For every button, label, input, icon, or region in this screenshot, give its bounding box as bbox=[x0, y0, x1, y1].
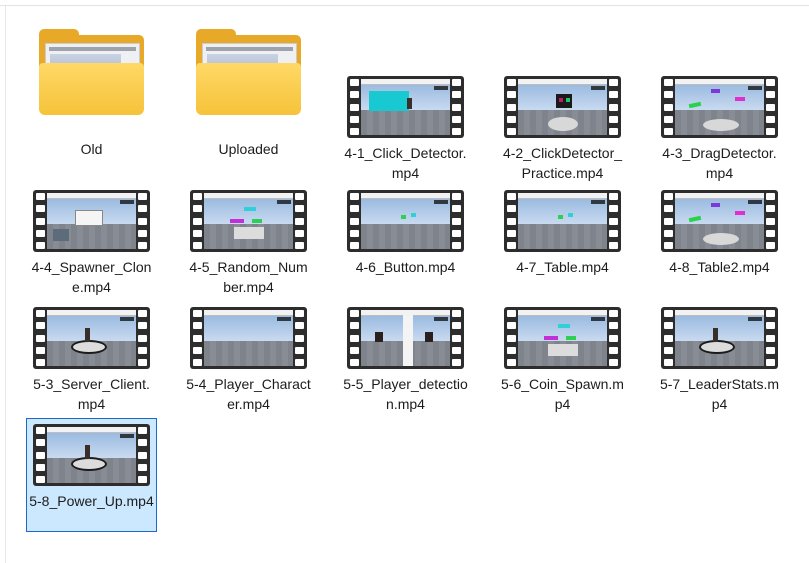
video-thumbnail-icon bbox=[347, 307, 464, 369]
file-name-label: 4-4_Spawner_Clone.mp4 bbox=[31, 259, 152, 295]
video-file-item[interactable]: 4-6_Button.mp4 bbox=[340, 184, 471, 298]
video-file-item[interactable]: 4-7_Table.mp4 bbox=[497, 184, 628, 298]
file-name-label: 5-7_LeaderStats.mp4 bbox=[659, 376, 780, 412]
file-name-label: 5-5_Player_detection.mp4 bbox=[343, 376, 468, 412]
video-file-item[interactable]: 4-1_Click_Detector.mp4 bbox=[340, 70, 471, 184]
video-thumbnail-icon bbox=[33, 307, 150, 369]
video-file-item[interactable]: 4-4_Spawner_Clone.mp4 bbox=[26, 184, 157, 298]
video-thumbnail-icon bbox=[33, 424, 150, 486]
file-name-label: 5-6_Coin_Spawn.mp4 bbox=[501, 376, 624, 412]
video-file-item[interactable]: 4-8_Table2.mp4 bbox=[654, 184, 785, 298]
file-name-label: Uploaded bbox=[218, 141, 279, 157]
video-thumbnail-icon bbox=[661, 307, 778, 369]
file-name-label: Old bbox=[80, 141, 103, 157]
folder-icon bbox=[39, 29, 144, 117]
video-thumbnail-icon bbox=[347, 76, 464, 138]
video-file-item[interactable]: 5-4_Player_Character.mp4 bbox=[183, 301, 314, 415]
video-thumbnail-icon bbox=[347, 190, 464, 252]
video-thumbnail-icon bbox=[190, 307, 307, 369]
folder-item[interactable]: Old bbox=[26, 22, 157, 167]
file-name-label: 5-8_Power_Up.mp4 bbox=[29, 493, 154, 509]
video-thumbnail-icon bbox=[661, 190, 778, 252]
file-name-label: 4-3_DragDetector.mp4 bbox=[662, 145, 777, 181]
file-name-label: 4-1_Click_Detector.mp4 bbox=[344, 145, 467, 181]
video-file-item[interactable]: 5-7_LeaderStats.mp4 bbox=[654, 301, 785, 415]
file-name-label: 4-2_ClickDetector_Practice.mp4 bbox=[502, 145, 623, 181]
video-file-item[interactable]: 5-3_Server_Client.mp4 bbox=[26, 301, 157, 415]
file-name-label: 5-4_Player_Character.mp4 bbox=[186, 376, 311, 412]
video-thumbnail-icon bbox=[661, 76, 778, 138]
video-thumbnail-icon bbox=[504, 76, 621, 138]
top-border bbox=[0, 0, 809, 6]
video-file-item[interactable]: 4-3_DragDetector.mp4 bbox=[654, 70, 785, 184]
video-file-item[interactable]: 5-8_Power_Up.mp4 bbox=[26, 418, 157, 532]
file-name-label: 4-7_Table.mp4 bbox=[516, 259, 609, 275]
folder-item[interactable]: Uploaded bbox=[183, 22, 314, 167]
video-file-item[interactable]: 4-5_Random_Number.mp4 bbox=[183, 184, 314, 298]
video-thumbnail-icon bbox=[504, 307, 621, 369]
file-name-label: 4-5_Random_Number.mp4 bbox=[189, 259, 308, 295]
video-thumbnail-icon bbox=[504, 190, 621, 252]
video-thumbnail-icon bbox=[190, 190, 307, 252]
file-name-label: 4-8_Table2.mp4 bbox=[669, 259, 770, 275]
file-name-label: 5-3_Server_Client.mp4 bbox=[33, 376, 150, 412]
video-file-item[interactable]: 4-2_ClickDetector_Practice.mp4 bbox=[497, 70, 628, 184]
navigation-pane-edge bbox=[0, 6, 6, 563]
video-file-item[interactable]: 5-6_Coin_Spawn.mp4 bbox=[497, 301, 628, 415]
file-name-label: 4-6_Button.mp4 bbox=[355, 259, 456, 275]
folder-icon bbox=[196, 29, 301, 117]
video-thumbnail-icon bbox=[33, 190, 150, 252]
video-file-item[interactable]: 5-5_Player_detection.mp4 bbox=[340, 301, 471, 415]
